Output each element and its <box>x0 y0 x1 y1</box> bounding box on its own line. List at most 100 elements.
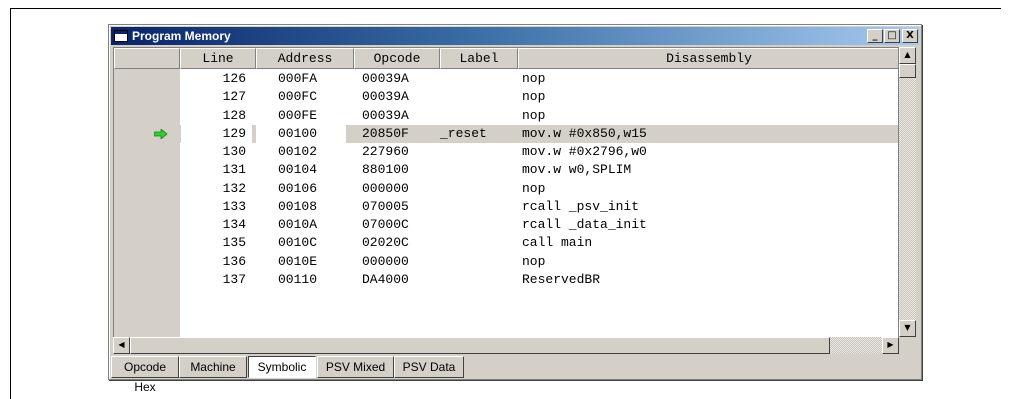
line-number: 135 <box>222 235 246 251</box>
address-cell: 00106 <box>278 180 318 196</box>
tab-opcode-hex[interactable]: Opcode Hex <box>111 356 179 394</box>
opcode-cell: DA4000 <box>362 271 409 287</box>
tab-symbolic[interactable]: Symbolic <box>248 356 316 378</box>
opcode-cell: 880100 <box>362 162 409 178</box>
disassembly-cell: mov.w w0,SPLIM <box>522 162 632 178</box>
scroll-down-button[interactable]: ▼ <box>899 320 916 337</box>
table-row[interactable]: 136 0010E 000000 nop <box>114 253 898 271</box>
scroll-up-button[interactable]: ▲ <box>899 47 916 64</box>
disassembly-cell: nop <box>522 89 546 105</box>
address-cell: 00110 <box>278 271 318 287</box>
header-disassembly[interactable]: Disassembly <box>518 48 898 69</box>
address-cell: 00104 <box>278 162 318 178</box>
table-row[interactable]: 126 000FA 00039A nop <box>114 70 898 88</box>
table-row[interactable]: 137 00110 DA4000 ReservedBR <box>114 271 898 289</box>
minimize-button[interactable]: _ <box>867 29 883 43</box>
address-cell: 0010C <box>278 235 318 251</box>
label-cell <box>440 180 518 198</box>
header-opcode[interactable]: Opcode <box>354 48 440 69</box>
label-cell <box>440 271 518 289</box>
column-headers: Line Address Opcode Label Disassembly <box>114 48 898 69</box>
scroll-left-button[interactable]: ◀ <box>113 337 130 354</box>
horizontal-scrollbar[interactable]: ◀ ▶ <box>113 337 899 354</box>
label-cell <box>440 161 518 179</box>
tab-psv-mixed[interactable]: PSV Mixed <box>317 356 394 378</box>
view-tabs: Opcode Hex Machine Symbolic PSV Mixed PS… <box>111 356 919 394</box>
label-cell <box>440 234 518 252</box>
opcode-cell: 00039A <box>362 89 409 105</box>
table-row[interactable]: 132 00106 000000 nop <box>114 180 898 198</box>
opcode-cell: 000000 <box>362 180 409 196</box>
label-cell: _reset <box>440 125 487 141</box>
address-cell: 0010A <box>278 217 318 232</box>
line-number: 131 <box>222 162 246 178</box>
address-cell: 000FA <box>278 71 318 86</box>
disassembly-cell: nop <box>522 71 546 86</box>
disassembly-cell: nop <box>522 180 546 196</box>
label-cell <box>440 70 518 88</box>
opcode-cell: 20850F <box>362 125 409 141</box>
table-row[interactable]: 131 00104 880100 mov.w w0,SPLIM <box>114 161 898 179</box>
vertical-scroll-thumb[interactable] <box>899 64 916 78</box>
title-bar[interactable]: Program Memory _ □ X <box>111 27 919 45</box>
disassembly-cell: rcall _psv_init <box>522 198 640 214</box>
header-gutter <box>114 48 180 69</box>
line-number: 126 <box>222 71 246 86</box>
line-number: 129 <box>180 124 252 143</box>
line-number: 136 <box>222 253 246 269</box>
label-cell <box>440 107 518 125</box>
opcode-cell: 227960 <box>362 144 409 159</box>
header-line[interactable]: Line <box>180 48 256 69</box>
disassembly-cell: mov.w #0x2796,w0 <box>522 144 647 159</box>
table-row[interactable]: 127 000FC 00039A nop <box>114 88 898 106</box>
opcode-cell: 02020C <box>362 235 409 251</box>
opcode-cell: 07000C <box>362 217 409 232</box>
line-number: 134 <box>222 217 246 232</box>
label-cell <box>440 253 518 271</box>
table-row[interactable]: 128 000FE 00039A nop <box>114 107 898 125</box>
window-icon <box>114 30 128 42</box>
current-table-row[interactable]: 129 00100 20850F _reset mov.w #0x850,w15 <box>114 124 898 143</box>
address-cell: 0010E <box>278 253 318 269</box>
table-row[interactable]: 133 00108 070005 rcall _psv_init <box>114 198 898 216</box>
label-cell <box>440 198 518 216</box>
opcode-cell: 00039A <box>362 71 409 86</box>
label-cell <box>440 88 518 106</box>
table-row[interactable]: 130 00102 227960 mov.w #0x2796,w0 <box>114 143 898 161</box>
disassembly-cell: nop <box>522 107 546 123</box>
program-memory-window: Program Memory _ □ X Line Address Opcode… <box>108 24 922 394</box>
green-arrow-icon <box>154 128 168 139</box>
opcode-cell: 00039A <box>362 107 409 123</box>
vertical-scrollbar[interactable]: ▲ ▼ <box>899 47 916 337</box>
disassembly-cell: nop <box>522 253 546 269</box>
tab-machine[interactable]: Machine <box>179 356 247 378</box>
disassembly-cell: mov.w #0x850,w15 <box>522 125 647 141</box>
address-cell: 00108 <box>278 198 318 214</box>
header-label[interactable]: Label <box>440 48 518 69</box>
opcode-cell: 070005 <box>362 198 409 214</box>
header-address[interactable]: Address <box>256 48 354 69</box>
line-number: 128 <box>222 107 246 123</box>
table-row[interactable]: 134 0010A 07000C rcall _data_init <box>114 216 898 234</box>
disassembly-cell: rcall _data_init <box>522 217 647 232</box>
opcode-cell: 000000 <box>362 253 409 269</box>
address-cell: 000FC <box>278 89 318 105</box>
table-row[interactable]: 135 0010C 02020C call main <box>114 234 898 252</box>
address-cell: 00100 <box>256 124 346 143</box>
maximize-button[interactable]: □ <box>884 29 900 43</box>
window-title: Program Memory <box>132 29 231 43</box>
line-number: 133 <box>222 198 246 214</box>
label-cell <box>440 216 518 234</box>
tab-psv-data[interactable]: PSV Data <box>394 356 464 378</box>
disassembly-cell: call main <box>522 235 593 251</box>
address-cell: 000FE <box>278 107 318 123</box>
close-button[interactable]: X <box>902 29 918 43</box>
label-cell <box>440 143 518 161</box>
line-number: 137 <box>222 271 246 287</box>
memory-grid: Line Address Opcode Label Disassembly 12… <box>113 47 899 354</box>
horizontal-scroll-thumb[interactable] <box>130 337 830 354</box>
scroll-right-button[interactable]: ▶ <box>882 337 899 354</box>
disassembly-cell: ReservedBR <box>522 271 601 287</box>
line-number: 130 <box>222 144 246 159</box>
line-number: 132 <box>222 180 246 196</box>
